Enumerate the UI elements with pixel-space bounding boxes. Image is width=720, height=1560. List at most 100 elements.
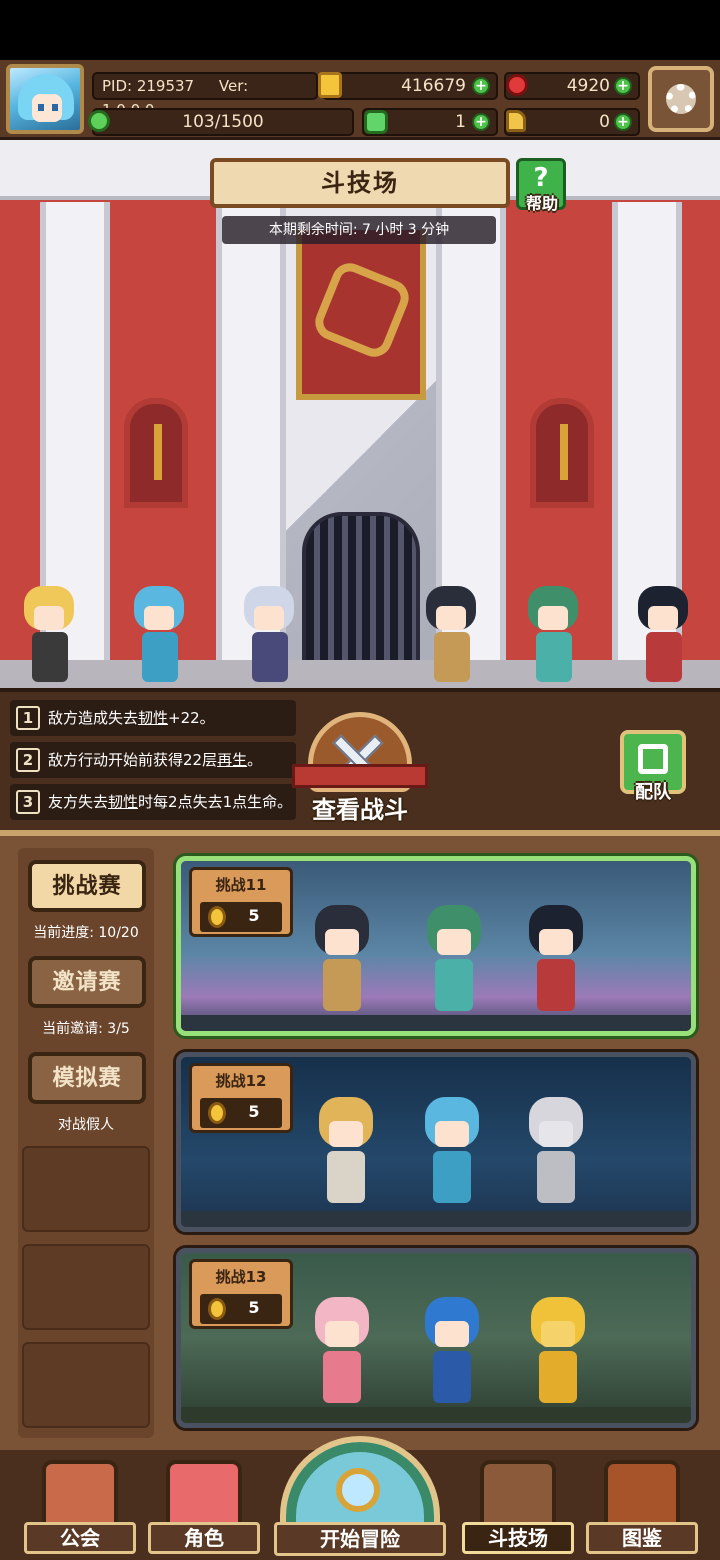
stage-badge: 挑战12 5 [189, 1063, 293, 1133]
rule-item: 2 敌方行动开始前获得22层再生。 [10, 742, 296, 778]
stage-floor [181, 1211, 691, 1227]
stage-card[interactable]: 挑战11 5 [176, 856, 696, 1036]
enemy-body [433, 1151, 471, 1203]
enemy-face [329, 1121, 363, 1147]
enemy-body [323, 959, 361, 1011]
nav-guild[interactable]: 公会 [24, 1460, 136, 1558]
clover-value: 1 [455, 112, 466, 132]
stage-card[interactable]: 挑战12 5 [176, 1052, 696, 1232]
season-timer: 本期剩余时间: 7 小时 3 分钟 [222, 216, 496, 244]
add-keys-button[interactable]: + [614, 113, 632, 131]
crossed-swords-icon [480, 1460, 556, 1530]
key-icon [506, 110, 526, 132]
nav-guild-label: 公会 [24, 1522, 136, 1554]
challenge-progress: 当前进度: 10/20 [33, 925, 139, 941]
enemy-character [408, 572, 494, 690]
stamina-value: 103/1500 [182, 112, 264, 132]
help-label[interactable]: 帮助 [514, 190, 570, 214]
rule-text: 敌方行动开始前获得22层 [48, 751, 218, 769]
enemy-body [327, 1151, 365, 1203]
nav-codex-label: 图鉴 [586, 1522, 698, 1554]
character-body [252, 632, 288, 682]
nav-adventure[interactable]: 开始冒险 [274, 1436, 446, 1560]
stage-enemy [311, 1093, 381, 1213]
rule-text: 敌方造成失去 [48, 709, 139, 727]
stage-card[interactable]: 挑战13 5 [176, 1248, 696, 1428]
sword-icon [560, 424, 568, 480]
enemy-body [537, 959, 575, 1011]
tab-invite[interactable]: 邀请赛 [28, 956, 146, 1008]
rule-keyword[interactable]: 再生 [217, 751, 247, 769]
character-body [646, 632, 682, 682]
character-face [254, 606, 284, 630]
question-icon: ? [533, 163, 549, 193]
key-value: 0 [599, 112, 610, 132]
tab-challenge[interactable]: 挑战赛 [28, 860, 146, 912]
add-coins-button[interactable]: + [472, 77, 490, 95]
stage-name: 挑战13 [215, 1268, 267, 1286]
avatar-eye-left [38, 104, 44, 111]
tab-mock[interactable]: 模拟赛 [28, 1052, 146, 1104]
rule-keyword[interactable]: 韧性 [108, 793, 138, 811]
add-gems-button[interactable]: + [614, 77, 632, 95]
avatar-eye-right [52, 104, 58, 111]
stage-enemy [523, 1293, 593, 1413]
ally-character [116, 572, 202, 690]
stage-cost-value: 5 [248, 1298, 260, 1317]
view-battle-button[interactable]: 查看战斗 [292, 712, 428, 824]
stage-enemy [307, 901, 377, 1021]
player-id-panel: PID: 219537 Ver: 1.0.0.0 [92, 72, 318, 119]
settings-button[interactable] [648, 66, 714, 132]
character-body [32, 632, 68, 682]
nav-character-label: 角色 [148, 1522, 260, 1554]
rule-text: 友方失去 [48, 793, 109, 811]
battle-ribbon [292, 764, 428, 788]
stage-enemy [307, 1293, 377, 1413]
rule-number: 2 [16, 748, 40, 772]
view-battle-label: 查看战斗 [312, 796, 408, 824]
rule-item: 1 敌方造成失去韧性+22。 [10, 700, 296, 736]
enemy-body [433, 1351, 471, 1403]
stage-badge: 挑战13 5 [189, 1259, 293, 1329]
stage-cost-value: 5 [248, 906, 260, 925]
stage-cost-value: 5 [248, 1102, 260, 1121]
enemy-body [537, 1151, 575, 1203]
player-id: PID: 219537 [102, 77, 195, 95]
player-avatar[interactable] [6, 64, 84, 134]
enemy-face [539, 1121, 573, 1147]
enemy-body [323, 1351, 361, 1403]
stage-enemy [521, 901, 591, 1021]
nav-arena[interactable]: 斗技场 [462, 1460, 574, 1558]
nav-codex[interactable]: 图鉴 [586, 1460, 698, 1558]
empty-mode-slot [22, 1342, 150, 1428]
coin-icon [208, 906, 226, 928]
character-body [434, 632, 470, 682]
rule-item: 3 友方失去韧性时每2点失去1点生命。 [10, 784, 296, 820]
gear-icon [666, 84, 696, 114]
rule-text: +22。 [168, 709, 215, 727]
team-icon [638, 744, 668, 774]
rule-text: 时每2点失去1点生命。 [138, 793, 293, 811]
nav-character[interactable]: 角色 [148, 1460, 260, 1558]
gem-icon [506, 74, 528, 96]
rule-keyword[interactable]: 韧性 [138, 709, 168, 727]
team-setup-label[interactable]: 配队 [620, 778, 686, 804]
stage-enemy [417, 1093, 487, 1213]
invite-progress: 当前邀请: 3/5 [42, 1021, 130, 1037]
rule-text: 。 [247, 751, 263, 769]
enemy-face [325, 1321, 359, 1347]
rule-number: 3 [16, 790, 40, 814]
enemy-character [510, 572, 596, 690]
character-face [34, 606, 64, 630]
enemy-face [437, 929, 471, 955]
character-icon [166, 1460, 242, 1530]
add-clovers-button[interactable]: + [472, 113, 490, 131]
character-body [536, 632, 572, 682]
nav-arena-label: 斗技场 [462, 1522, 574, 1554]
character-body [142, 632, 178, 682]
arena-banner [296, 230, 426, 400]
stage-enemy [419, 901, 489, 1021]
guild-icon [42, 1460, 118, 1530]
system-status-bar [0, 0, 720, 60]
enemy-face [539, 929, 573, 955]
